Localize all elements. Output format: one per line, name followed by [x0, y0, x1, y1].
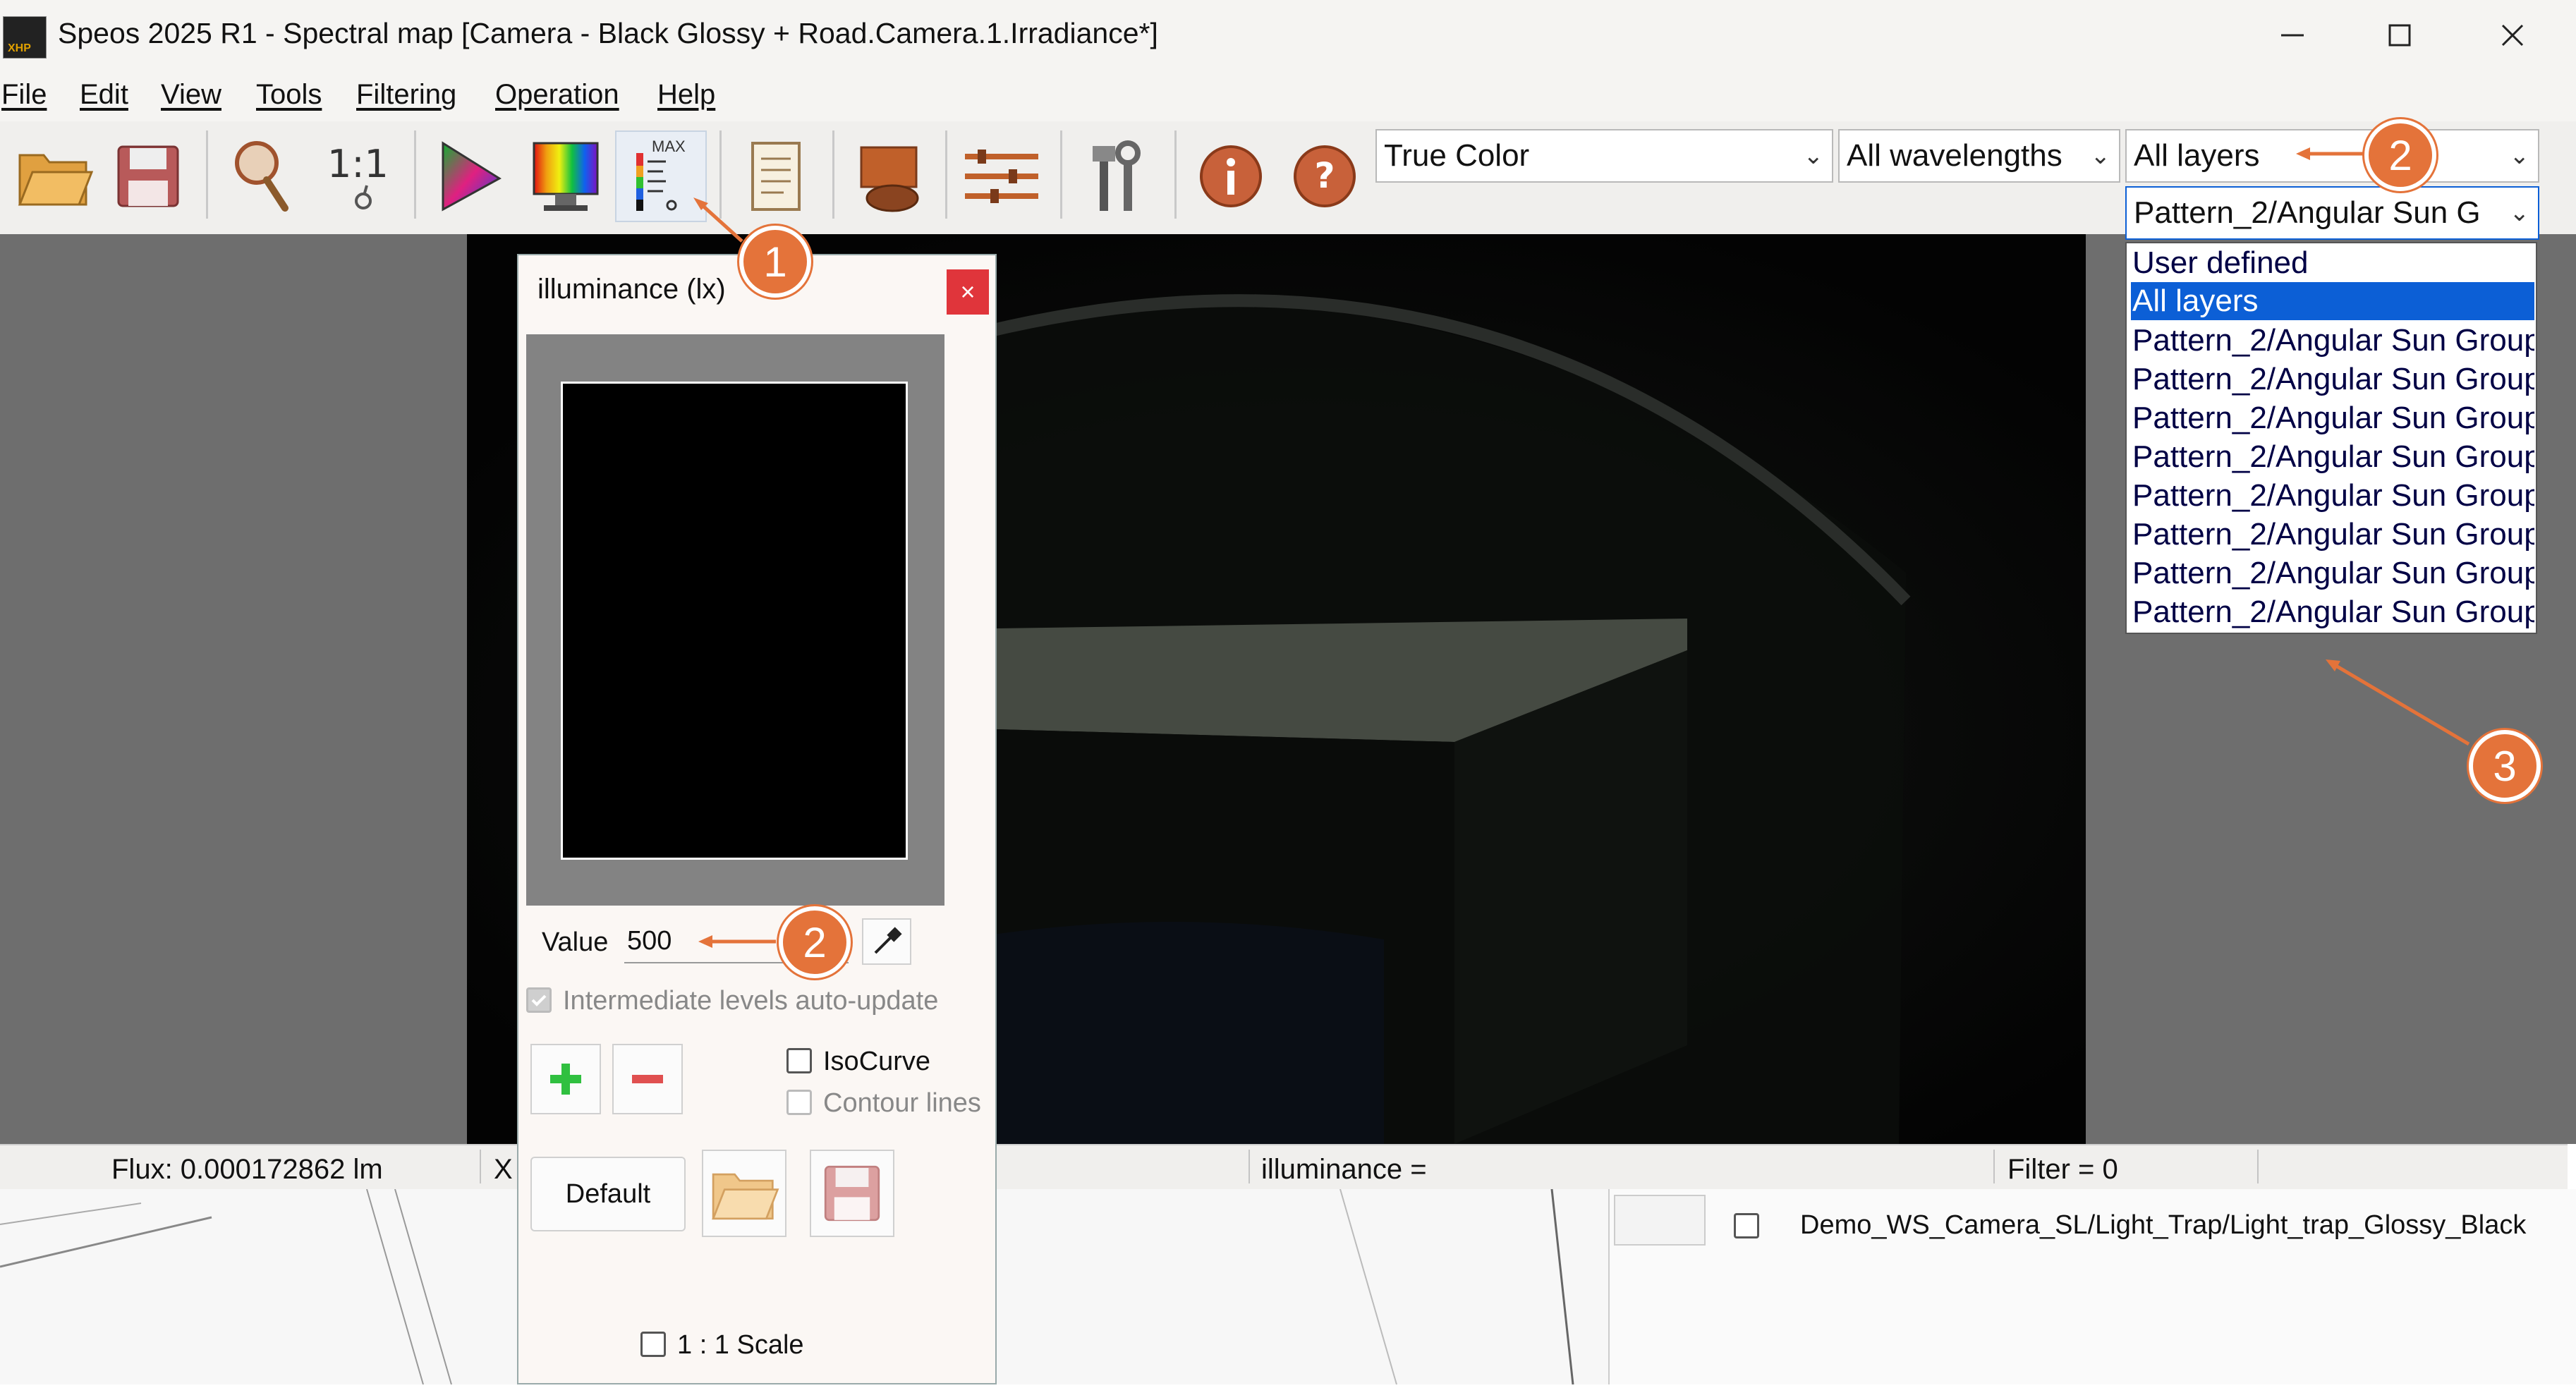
annotation-badge-2: 2	[779, 906, 851, 978]
annotation-badge-2: 2	[2364, 119, 2436, 191]
annotation-arrows	[693, 147, 2470, 948]
annotation-badge-3: 3	[2469, 730, 2541, 802]
annotation-badge-1: 1	[739, 226, 811, 298]
